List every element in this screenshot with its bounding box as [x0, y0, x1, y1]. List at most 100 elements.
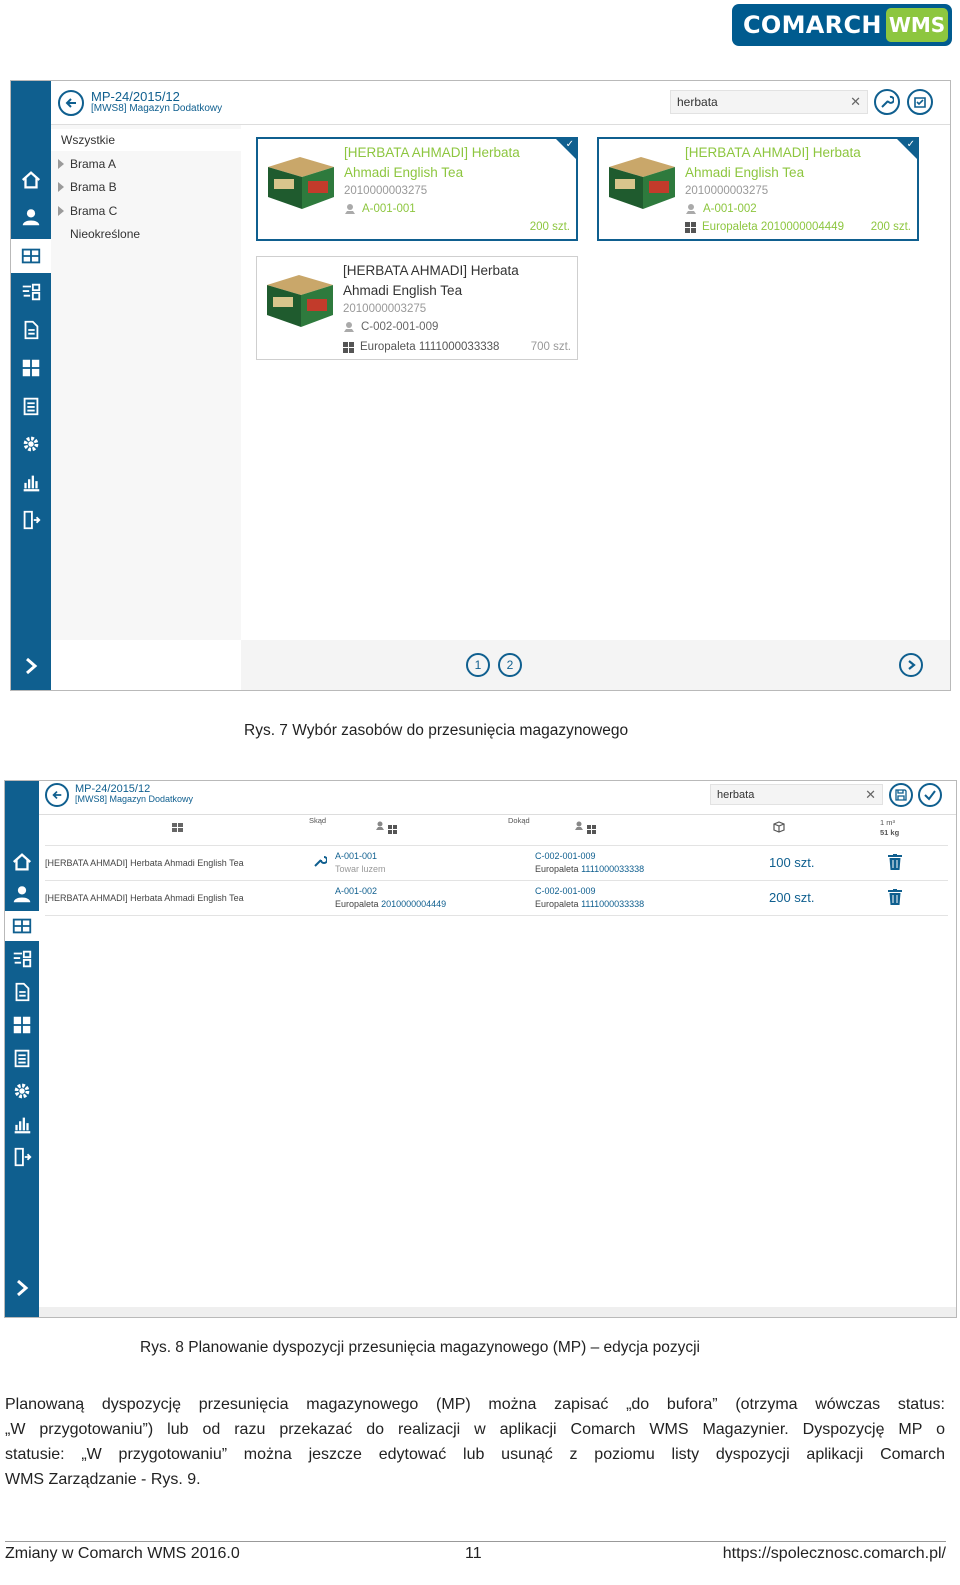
- logout-icon[interactable]: [5, 1142, 39, 1172]
- tree-item-brama-b[interactable]: Brama B: [51, 176, 241, 198]
- tree-item-unspecified[interactable]: Nieokreślone: [51, 223, 241, 245]
- clear-search-icon[interactable]: ✕: [865, 787, 876, 803]
- comarch-wms-logo: COMARCH WMS: [732, 4, 952, 46]
- document-icon[interactable]: [11, 315, 51, 345]
- screenshot-position-editing: MP-24/2015/12 [MWS8] Magazyn Dodatkowy h…: [4, 780, 957, 1318]
- transfer-icon[interactable]: [11, 277, 51, 307]
- row-product-name: [HERBATA AHMADI] Herbata Ahmadi English …: [45, 893, 244, 903]
- check-icon: ✓: [906, 139, 915, 150]
- search-value: herbata: [677, 95, 718, 109]
- tea-box-image: [267, 275, 333, 327]
- row-target: C-002-001-009 Europaleta 1111000033338: [535, 850, 644, 876]
- wrench-icon[interactable]: [313, 854, 327, 868]
- source-location-pallet-icon: [376, 821, 397, 834]
- chart-icon[interactable]: [5, 1109, 39, 1139]
- trash-icon[interactable]: [888, 889, 902, 905]
- paragraph-line: Planowaną dyspozycję przesunięcia magazy…: [5, 1396, 945, 1413]
- trash-icon[interactable]: [888, 854, 902, 870]
- resource-card[interactable]: [HERBATA AHMADI] Herbata Ahmadi English …: [256, 256, 578, 360]
- row-quantity[interactable]: 200 szt.: [769, 890, 815, 905]
- row-target: C-002-001-009 Europaleta 1111000033338: [535, 885, 644, 911]
- quantity: 200 szt.: [529, 221, 570, 233]
- table-row[interactable]: [HERBATA AHMADI] Herbata Ahmadi English …: [45, 882, 948, 916]
- location: C-002-001-009: [343, 321, 438, 333]
- target-pallet-number: 1111000033338: [581, 899, 645, 909]
- logo-product: WMS: [886, 8, 948, 42]
- page-button-2[interactable]: 2: [498, 653, 522, 677]
- expand-triangle-icon[interactable]: [58, 159, 64, 169]
- source-location: A-001-001: [335, 851, 378, 861]
- footer-title: Zmiany w Comarch WMS 2016.0: [5, 1545, 240, 1562]
- back-button[interactable]: [45, 783, 69, 807]
- quantity: 200 szt.: [870, 221, 911, 233]
- resource-card[interactable]: [HERBATA AHMADI] Herbata Ahmadi English …: [256, 137, 578, 241]
- back-button[interactable]: [58, 90, 84, 116]
- pallet: Europaleta 1111000033338: [343, 341, 499, 353]
- footer-url[interactable]: https://spolecznosc.comarch.pl/: [723, 1545, 946, 1563]
- tree-item-all[interactable]: Wszystkie: [51, 129, 241, 151]
- source-pallet-label: Europaleta: [335, 899, 379, 909]
- product-code: 2010000003275: [343, 303, 427, 315]
- save-button[interactable]: [889, 783, 913, 807]
- product-code: 2010000003275: [344, 185, 428, 197]
- tree-item-brama-a[interactable]: Brama A: [51, 153, 241, 175]
- search-input[interactable]: herbata ✕: [670, 90, 868, 114]
- chart-icon[interactable]: [11, 467, 51, 497]
- sidebar: [5, 781, 39, 1317]
- pallet: Europaleta 2010000004449: [685, 221, 844, 233]
- search-input[interactable]: herbata ✕: [710, 784, 883, 805]
- quantity: 700 szt.: [530, 341, 571, 353]
- bottom-bar: [39, 1307, 956, 1317]
- logout-icon[interactable]: [11, 505, 51, 535]
- expand-triangle-icon[interactable]: [58, 206, 64, 216]
- search-value: herbata: [717, 788, 755, 801]
- pallet-icon: [343, 341, 354, 353]
- gear-icon[interactable]: [5, 1076, 39, 1106]
- confirm-list-button[interactable]: [907, 89, 933, 115]
- paragraph-line: „W przygotowaniu”) lub od razu przekazać…: [5, 1421, 945, 1438]
- pallet-icon: [685, 221, 696, 233]
- logo-brand: COMARCH: [743, 11, 882, 39]
- wrench-button[interactable]: [874, 89, 900, 115]
- target-location: C-002-001-009: [535, 886, 596, 896]
- location-pin-icon: [686, 204, 696, 214]
- footer-divider: [5, 1541, 946, 1542]
- screenshot-resource-selection: MP-24/2015/12 [MWS8] Magazyn Dodatkowy h…: [10, 80, 951, 691]
- total-volume: 1 m³: [880, 818, 895, 827]
- transfer-icon[interactable]: [5, 944, 39, 974]
- confirm-button[interactable]: [918, 783, 942, 807]
- tea-box-image: [268, 157, 334, 209]
- documents-grid-icon[interactable]: [5, 911, 39, 941]
- checklist-icon[interactable]: [5, 1043, 39, 1073]
- header: MP-24/2015/12 [MWS8] Magazyn Dodatkowy h…: [51, 81, 950, 125]
- home-icon[interactable]: [5, 847, 39, 877]
- source-carrier: Towar luzem: [335, 864, 386, 874]
- resource-card[interactable]: [HERBATA AHMADI] Herbata Ahmadi English …: [597, 137, 919, 241]
- header-divider: [45, 845, 948, 846]
- warehouse-grid-icon[interactable]: [5, 1010, 39, 1040]
- gear-icon[interactable]: [11, 429, 51, 459]
- location-tree: Wszystkie Brama A Brama B Brama C Nieokr…: [51, 125, 241, 640]
- tea-box-image: [609, 157, 675, 209]
- table-row[interactable]: [HERBATA AHMADI] Herbata Ahmadi English …: [45, 847, 948, 881]
- page-button-1[interactable]: 1: [466, 653, 490, 677]
- row-quantity[interactable]: 100 szt.: [769, 855, 815, 870]
- warehouse-grid-icon[interactable]: [11, 353, 51, 383]
- clear-search-icon[interactable]: ✕: [850, 94, 861, 110]
- next-button[interactable]: [899, 653, 923, 677]
- row-source: A-001-001 Towar luzem: [335, 850, 386, 876]
- expand-sidebar-icon[interactable]: [5, 1273, 39, 1303]
- users-icon[interactable]: [11, 202, 51, 232]
- document-icon[interactable]: [5, 977, 39, 1007]
- users-icon[interactable]: [5, 879, 39, 909]
- figure-caption-8: Rys. 8 Planowanie dyspozycji przesunięci…: [140, 1339, 700, 1356]
- expand-triangle-icon[interactable]: [58, 182, 64, 192]
- expand-sidebar-icon[interactable]: [11, 651, 51, 681]
- home-icon[interactable]: [11, 165, 51, 195]
- tree-item-brama-c[interactable]: Brama C: [51, 200, 241, 222]
- figure-caption-7: Rys. 7 Wybór zasobów do przesunięcia mag…: [244, 722, 629, 739]
- documents-grid-icon[interactable]: [11, 239, 51, 273]
- pagination-bar: 1 2: [241, 640, 950, 690]
- checklist-icon[interactable]: [11, 391, 51, 421]
- sidebar: [11, 81, 51, 690]
